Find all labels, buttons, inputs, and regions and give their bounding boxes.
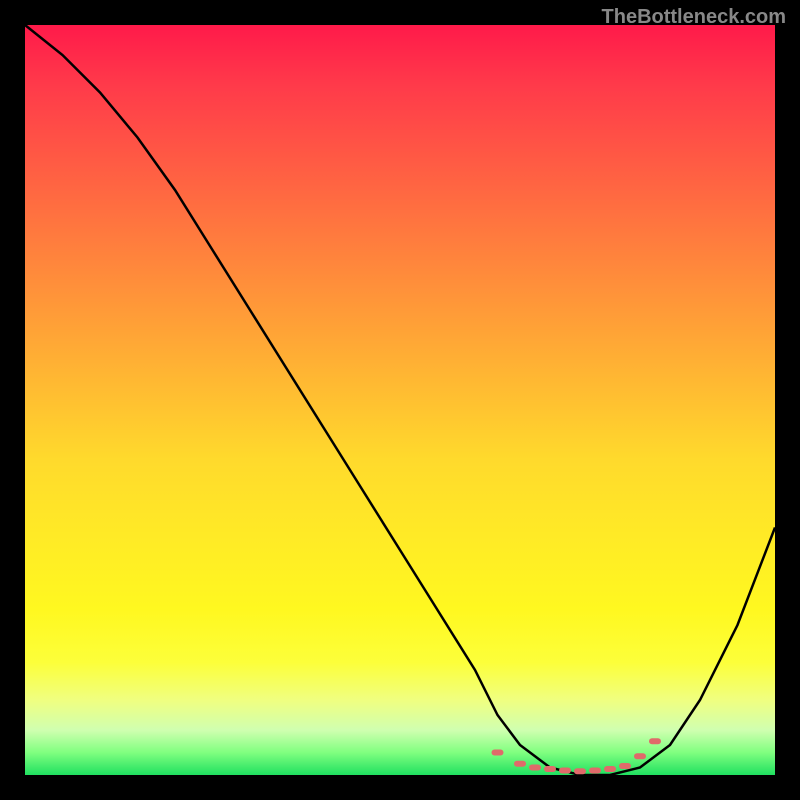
optimal-range-dot <box>544 766 556 772</box>
optimal-range-dot <box>514 761 526 767</box>
optimal-range-dot <box>604 766 616 772</box>
optimal-range-dot <box>574 768 586 774</box>
optimal-range-dot <box>649 738 661 744</box>
optimal-range-dot <box>589 768 601 774</box>
chart-gradient-background <box>25 25 775 775</box>
optimal-range-dot <box>559 768 571 774</box>
watermark-text: TheBottleneck.com <box>602 6 786 29</box>
optimal-range-dot <box>492 750 504 756</box>
bottleneck-curve-line <box>25 25 775 775</box>
optimal-range-dot <box>529 765 541 771</box>
optimal-range-dot <box>634 753 646 759</box>
optimal-range-dot <box>619 763 631 769</box>
chart-svg <box>25 25 775 775</box>
